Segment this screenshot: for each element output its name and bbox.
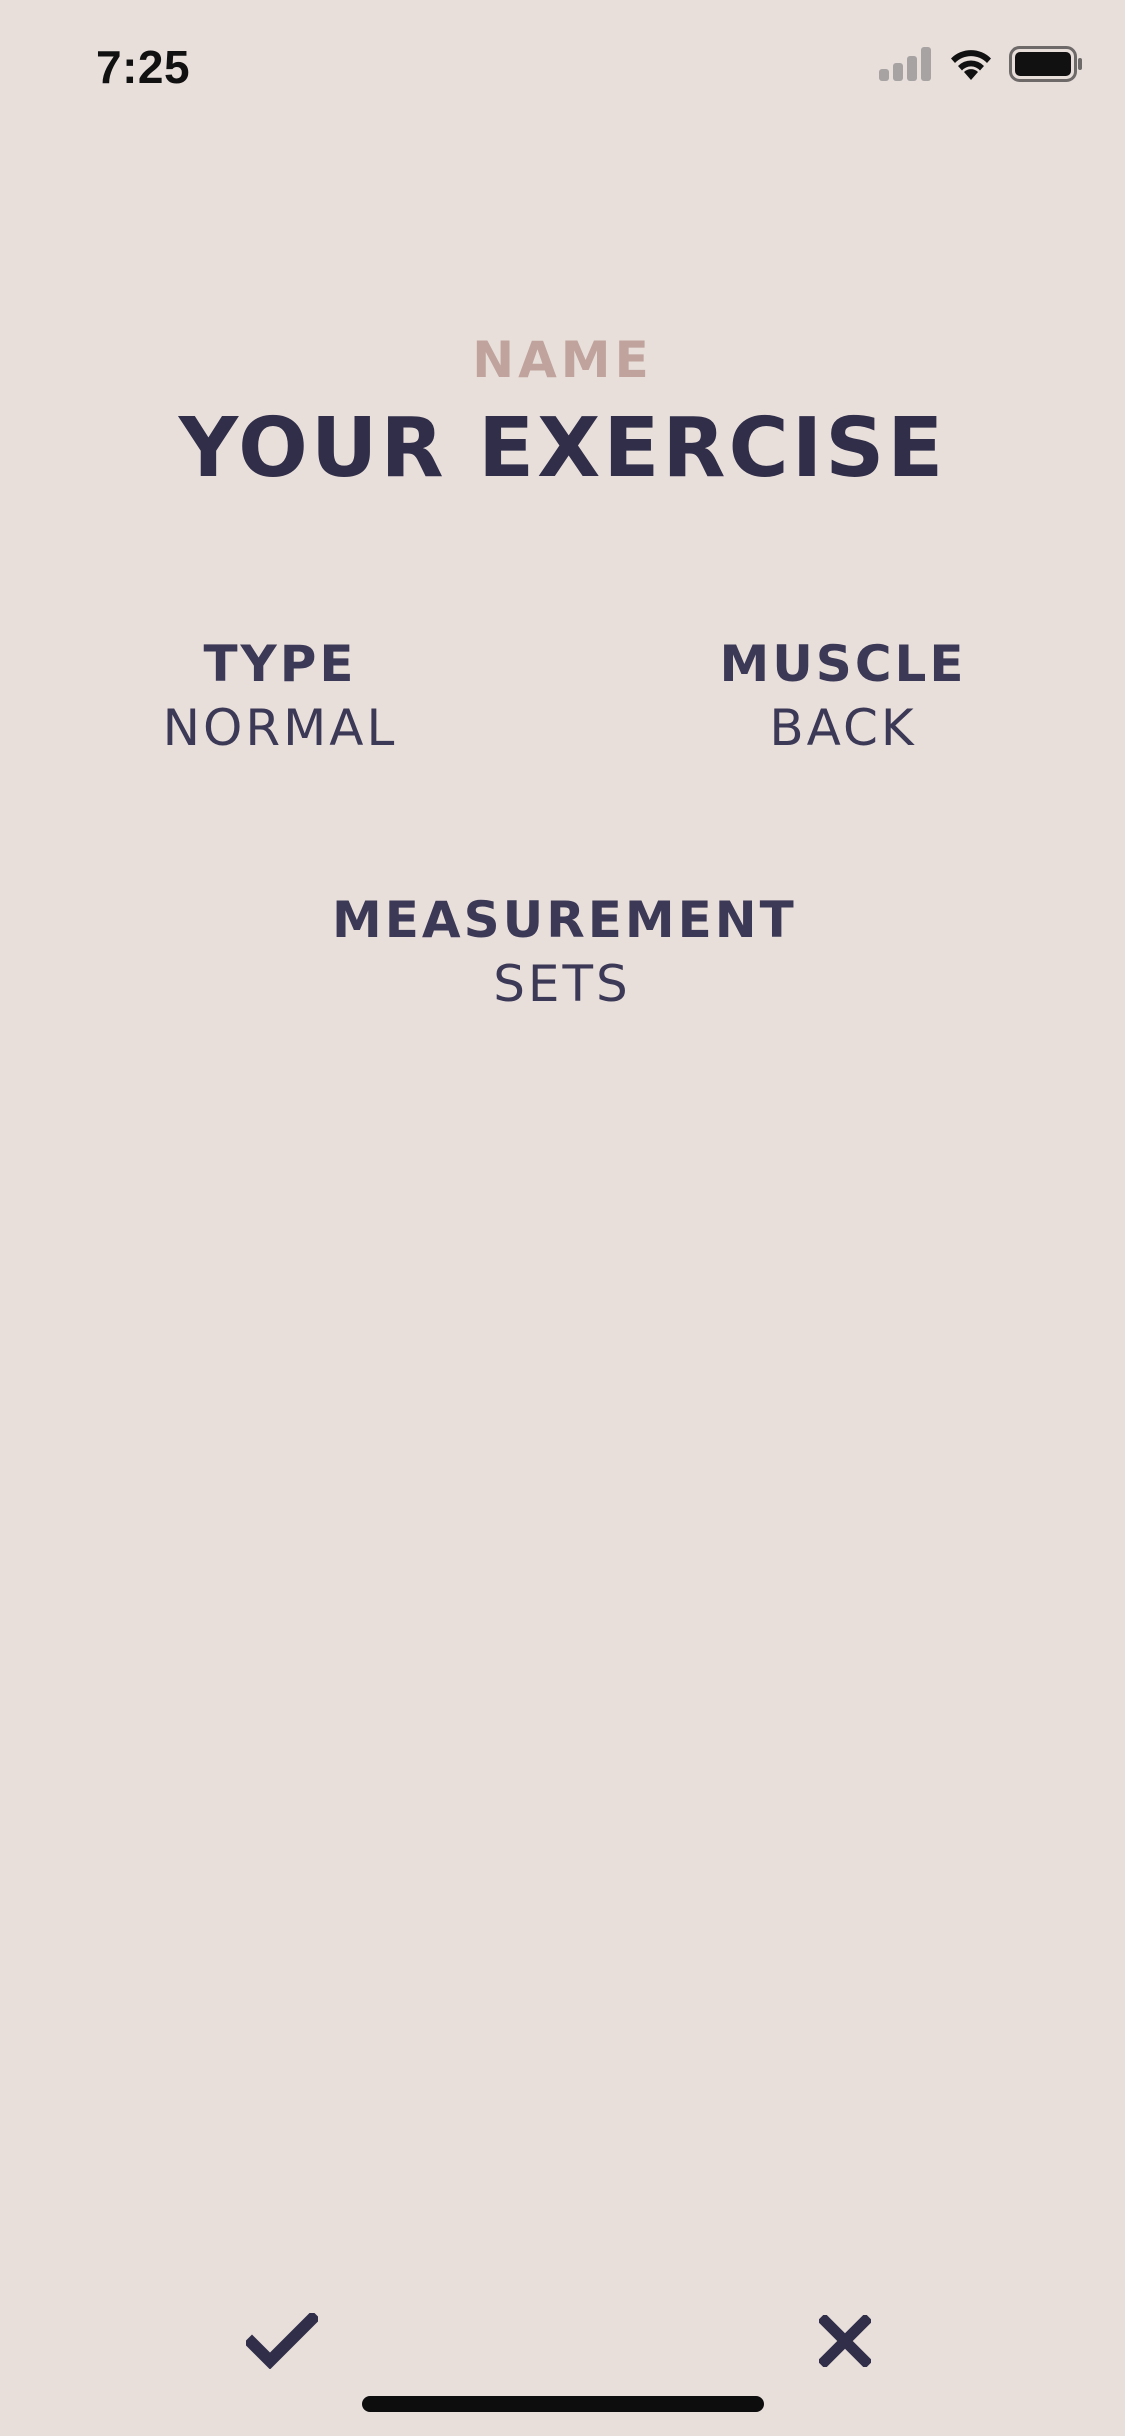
status-time: 7:25 [96, 41, 191, 93]
checkmark-icon [246, 2313, 318, 2369]
cellular-signal-icon [879, 47, 931, 81]
close-icon [819, 2315, 871, 2367]
wifi-icon [951, 50, 991, 80]
type-field[interactable]: TYPE NORMAL [50, 632, 510, 760]
muscle-label: MUSCLE [719, 635, 967, 693]
battery-icon [1009, 46, 1082, 82]
status-icons [879, 46, 1083, 82]
type-label: TYPE [203, 635, 357, 693]
type-value[interactable]: NORMAL [50, 696, 510, 760]
measurement-label: MEASUREMENT [332, 891, 797, 949]
measurement-field[interactable]: MEASUREMENT SETS [332, 888, 797, 1016]
exercise-name-section[interactable]: NAME YOUR EXERCISE [0, 320, 1125, 504]
exercise-name-value[interactable]: YOUR EXERCISE [0, 394, 1125, 504]
confirm-button[interactable] [232, 2296, 332, 2386]
status-bar: 7:25 [0, 0, 1125, 140]
cancel-button[interactable] [795, 2296, 895, 2386]
name-label: NAME [472, 331, 653, 389]
muscle-value[interactable]: BACK [613, 696, 1073, 760]
home-indicator [362, 2396, 764, 2412]
measurement-value[interactable]: SETS [332, 952, 792, 1016]
muscle-field[interactable]: MUSCLE BACK [613, 632, 1073, 760]
